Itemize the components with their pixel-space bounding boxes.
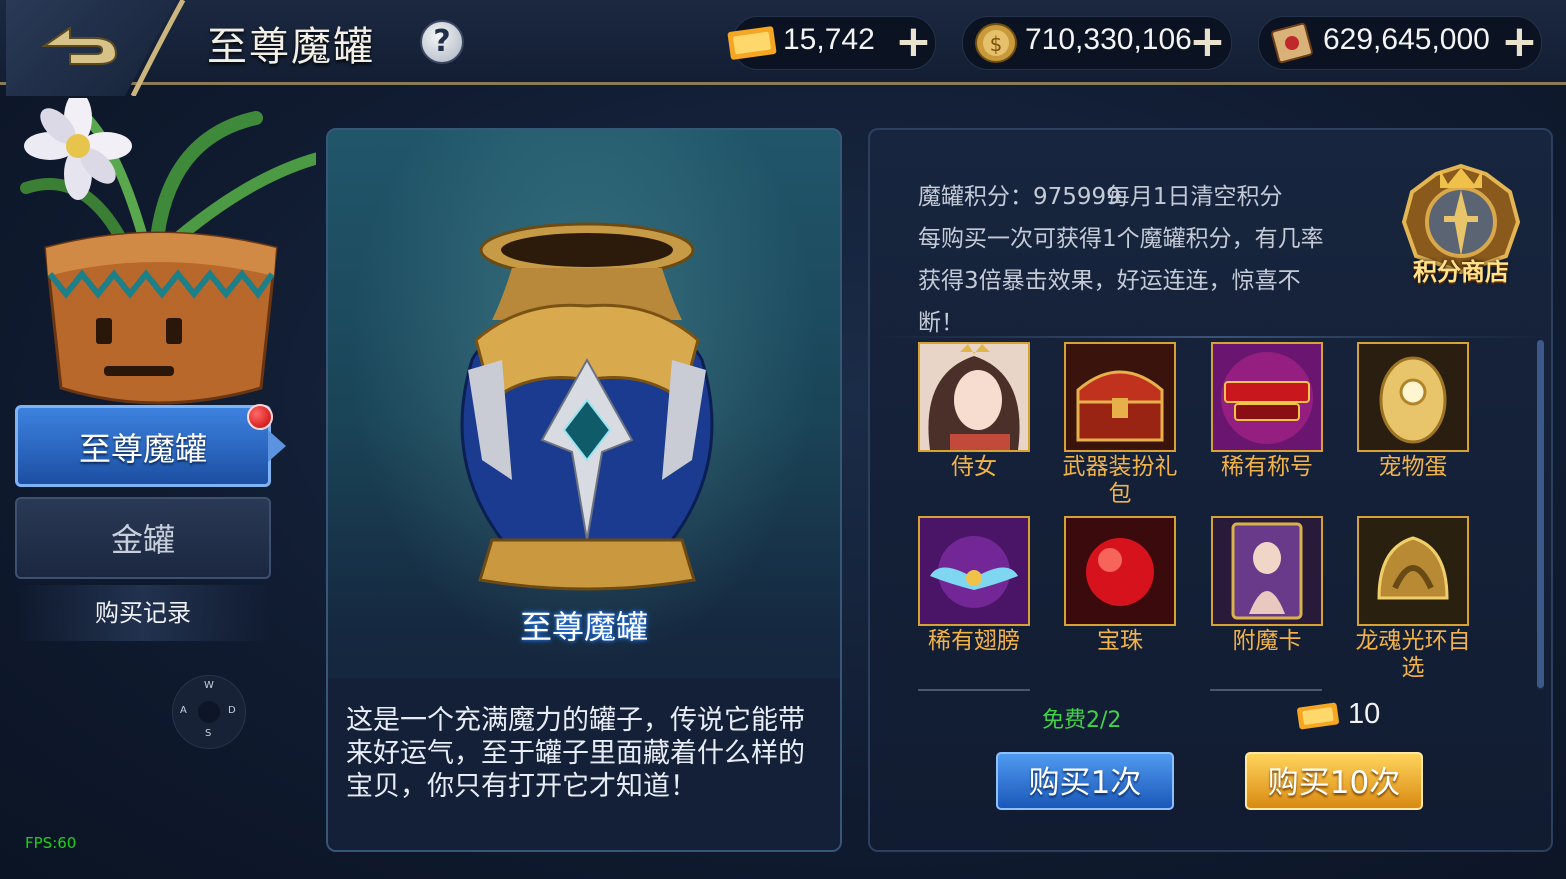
scrollbar-thumb[interactable] bbox=[1537, 340, 1544, 688]
title-divider-icon bbox=[130, 0, 186, 96]
points-shop-label[interactable]: 积分商店 bbox=[1394, 252, 1528, 287]
jar-description-box: 这是一个充满魔力的罐子，传说它能带来好运气，至于罐子里面藏着什么样的宝贝，你只有… bbox=[328, 678, 840, 850]
purchase-history-button[interactable]: 购买记录 bbox=[15, 585, 271, 641]
add-scrolls-button[interactable]: + bbox=[1501, 19, 1538, 65]
wasd-joystick[interactable]: W A D S bbox=[172, 675, 246, 749]
buy-once-button[interactable]: 购买1次 bbox=[996, 752, 1174, 810]
enchant-card-icon bbox=[1211, 516, 1323, 626]
reward-item-label: 宠物蛋 bbox=[1378, 454, 1448, 480]
gem-ticket-icon bbox=[1297, 702, 1339, 730]
score-reset-note: 每月1日清空积分 bbox=[1106, 184, 1283, 210]
free-count: 免费2/2 bbox=[1042, 708, 1122, 733]
maid-portrait-icon bbox=[918, 342, 1030, 452]
reward-item-label: 武器装扮礼包 bbox=[1062, 454, 1178, 507]
gold-value: 710,330,106 bbox=[1025, 23, 1192, 56]
rare-wings-icon bbox=[918, 516, 1030, 626]
supreme-jar-icon[interactable] bbox=[432, 220, 742, 610]
red-orb-icon bbox=[1064, 516, 1176, 626]
add-tickets-button[interactable]: + bbox=[895, 19, 932, 65]
row-separator bbox=[1210, 689, 1322, 691]
key-w-label: W bbox=[204, 680, 214, 691]
score-rules-text: 每购买一次可获得1个魔罐积分，有几率获得3倍暴击效果，好运连连，惊喜不断！ bbox=[918, 226, 1324, 336]
reward-item-label: 稀有称号 bbox=[1221, 454, 1313, 480]
gold-coin-icon: $ bbox=[975, 23, 1017, 63]
score-info: 魔罐积分：975999每月1日清空积分 每购买一次可获得1个魔罐积分，有几率获得… bbox=[918, 176, 1338, 344]
currency-tickets: 15,742 + bbox=[727, 16, 936, 70]
currency-scrolls: 629,645,000 + bbox=[1258, 16, 1542, 70]
score-label: 魔罐积分： bbox=[918, 184, 1033, 210]
rare-title-icon bbox=[1211, 342, 1323, 452]
joystick-hub bbox=[198, 701, 220, 723]
scroll-icon bbox=[1271, 22, 1313, 64]
items-scrollbar[interactable] bbox=[1537, 340, 1544, 690]
jar-name: 至尊魔罐 bbox=[519, 608, 648, 646]
page-title: 至尊魔罐 bbox=[207, 24, 375, 70]
reward-item-orb[interactable]: 宝珠 bbox=[1062, 516, 1178, 655]
key-s-label: S bbox=[205, 728, 212, 739]
reward-item-label: 宝珠 bbox=[1097, 628, 1143, 654]
score-row: 魔罐积分：975999每月1日清空积分 bbox=[918, 176, 1338, 218]
tickets-value: 15,742 bbox=[783, 23, 875, 56]
reward-item-rare-wings[interactable]: 稀有翅膀 bbox=[916, 516, 1032, 655]
reward-item-label: 龙魂光环自选 bbox=[1355, 628, 1471, 681]
reward-item-maid[interactable]: 侍女 bbox=[916, 342, 1032, 481]
svg-text:$: $ bbox=[990, 32, 1003, 56]
tab-supreme-jar[interactable]: 至尊魔罐 bbox=[15, 405, 271, 487]
dragon-halo-icon bbox=[1357, 516, 1469, 626]
fps-counter: FPS:60 bbox=[25, 834, 77, 852]
pet-egg-icon bbox=[1357, 342, 1469, 452]
key-d-label: D bbox=[228, 705, 236, 716]
jar-panel: 至尊魔罐 这是一个充满魔力的罐子，传说它能带来好运气，至于罐子里面藏着什么样的宝… bbox=[326, 128, 842, 852]
scrolls-value: 629,645,000 bbox=[1323, 23, 1490, 56]
notification-dot-icon bbox=[247, 404, 273, 430]
add-gold-button[interactable]: + bbox=[1189, 19, 1226, 65]
reward-item-dragon-halo[interactable]: 龙魂光环自选 bbox=[1355, 516, 1471, 682]
reward-item-label: 侍女 bbox=[951, 454, 997, 480]
reward-item-pet-egg[interactable]: 宠物蛋 bbox=[1355, 342, 1471, 481]
reward-item-enchant-card[interactable]: 附魔卡 bbox=[1209, 516, 1325, 655]
info-divider bbox=[875, 336, 1547, 338]
plant-mascot-icon bbox=[20, 98, 316, 405]
reward-item-label: 稀有翅膀 bbox=[928, 628, 1020, 654]
treasure-chest-icon bbox=[1064, 342, 1176, 452]
reward-item-weapon-pack[interactable]: 武器装扮礼包 bbox=[1062, 342, 1178, 508]
row-separator bbox=[918, 689, 1030, 691]
reward-item-label: 附魔卡 bbox=[1232, 628, 1302, 654]
currency-gold: $ 710,330,106 + bbox=[962, 16, 1232, 70]
jar-description: 这是一个充满魔力的罐子，传说它能带来好运气，至于罐子里面藏着什么样的宝贝，你只有… bbox=[346, 705, 805, 802]
key-a-label: A bbox=[180, 705, 187, 716]
help-icon[interactable]: ? bbox=[420, 20, 464, 64]
gem-ticket-icon bbox=[727, 26, 777, 60]
tab-gold-jar[interactable]: 金罐 bbox=[15, 497, 271, 579]
back-arrow-icon bbox=[40, 26, 118, 65]
reward-item-rare-title[interactable]: 稀有称号 bbox=[1209, 342, 1325, 481]
active-tab-pointer-icon bbox=[268, 430, 286, 462]
ten-pull-cost: 10 bbox=[1348, 698, 1381, 730]
buy-ten-button[interactable]: 购买10次 bbox=[1245, 752, 1423, 810]
